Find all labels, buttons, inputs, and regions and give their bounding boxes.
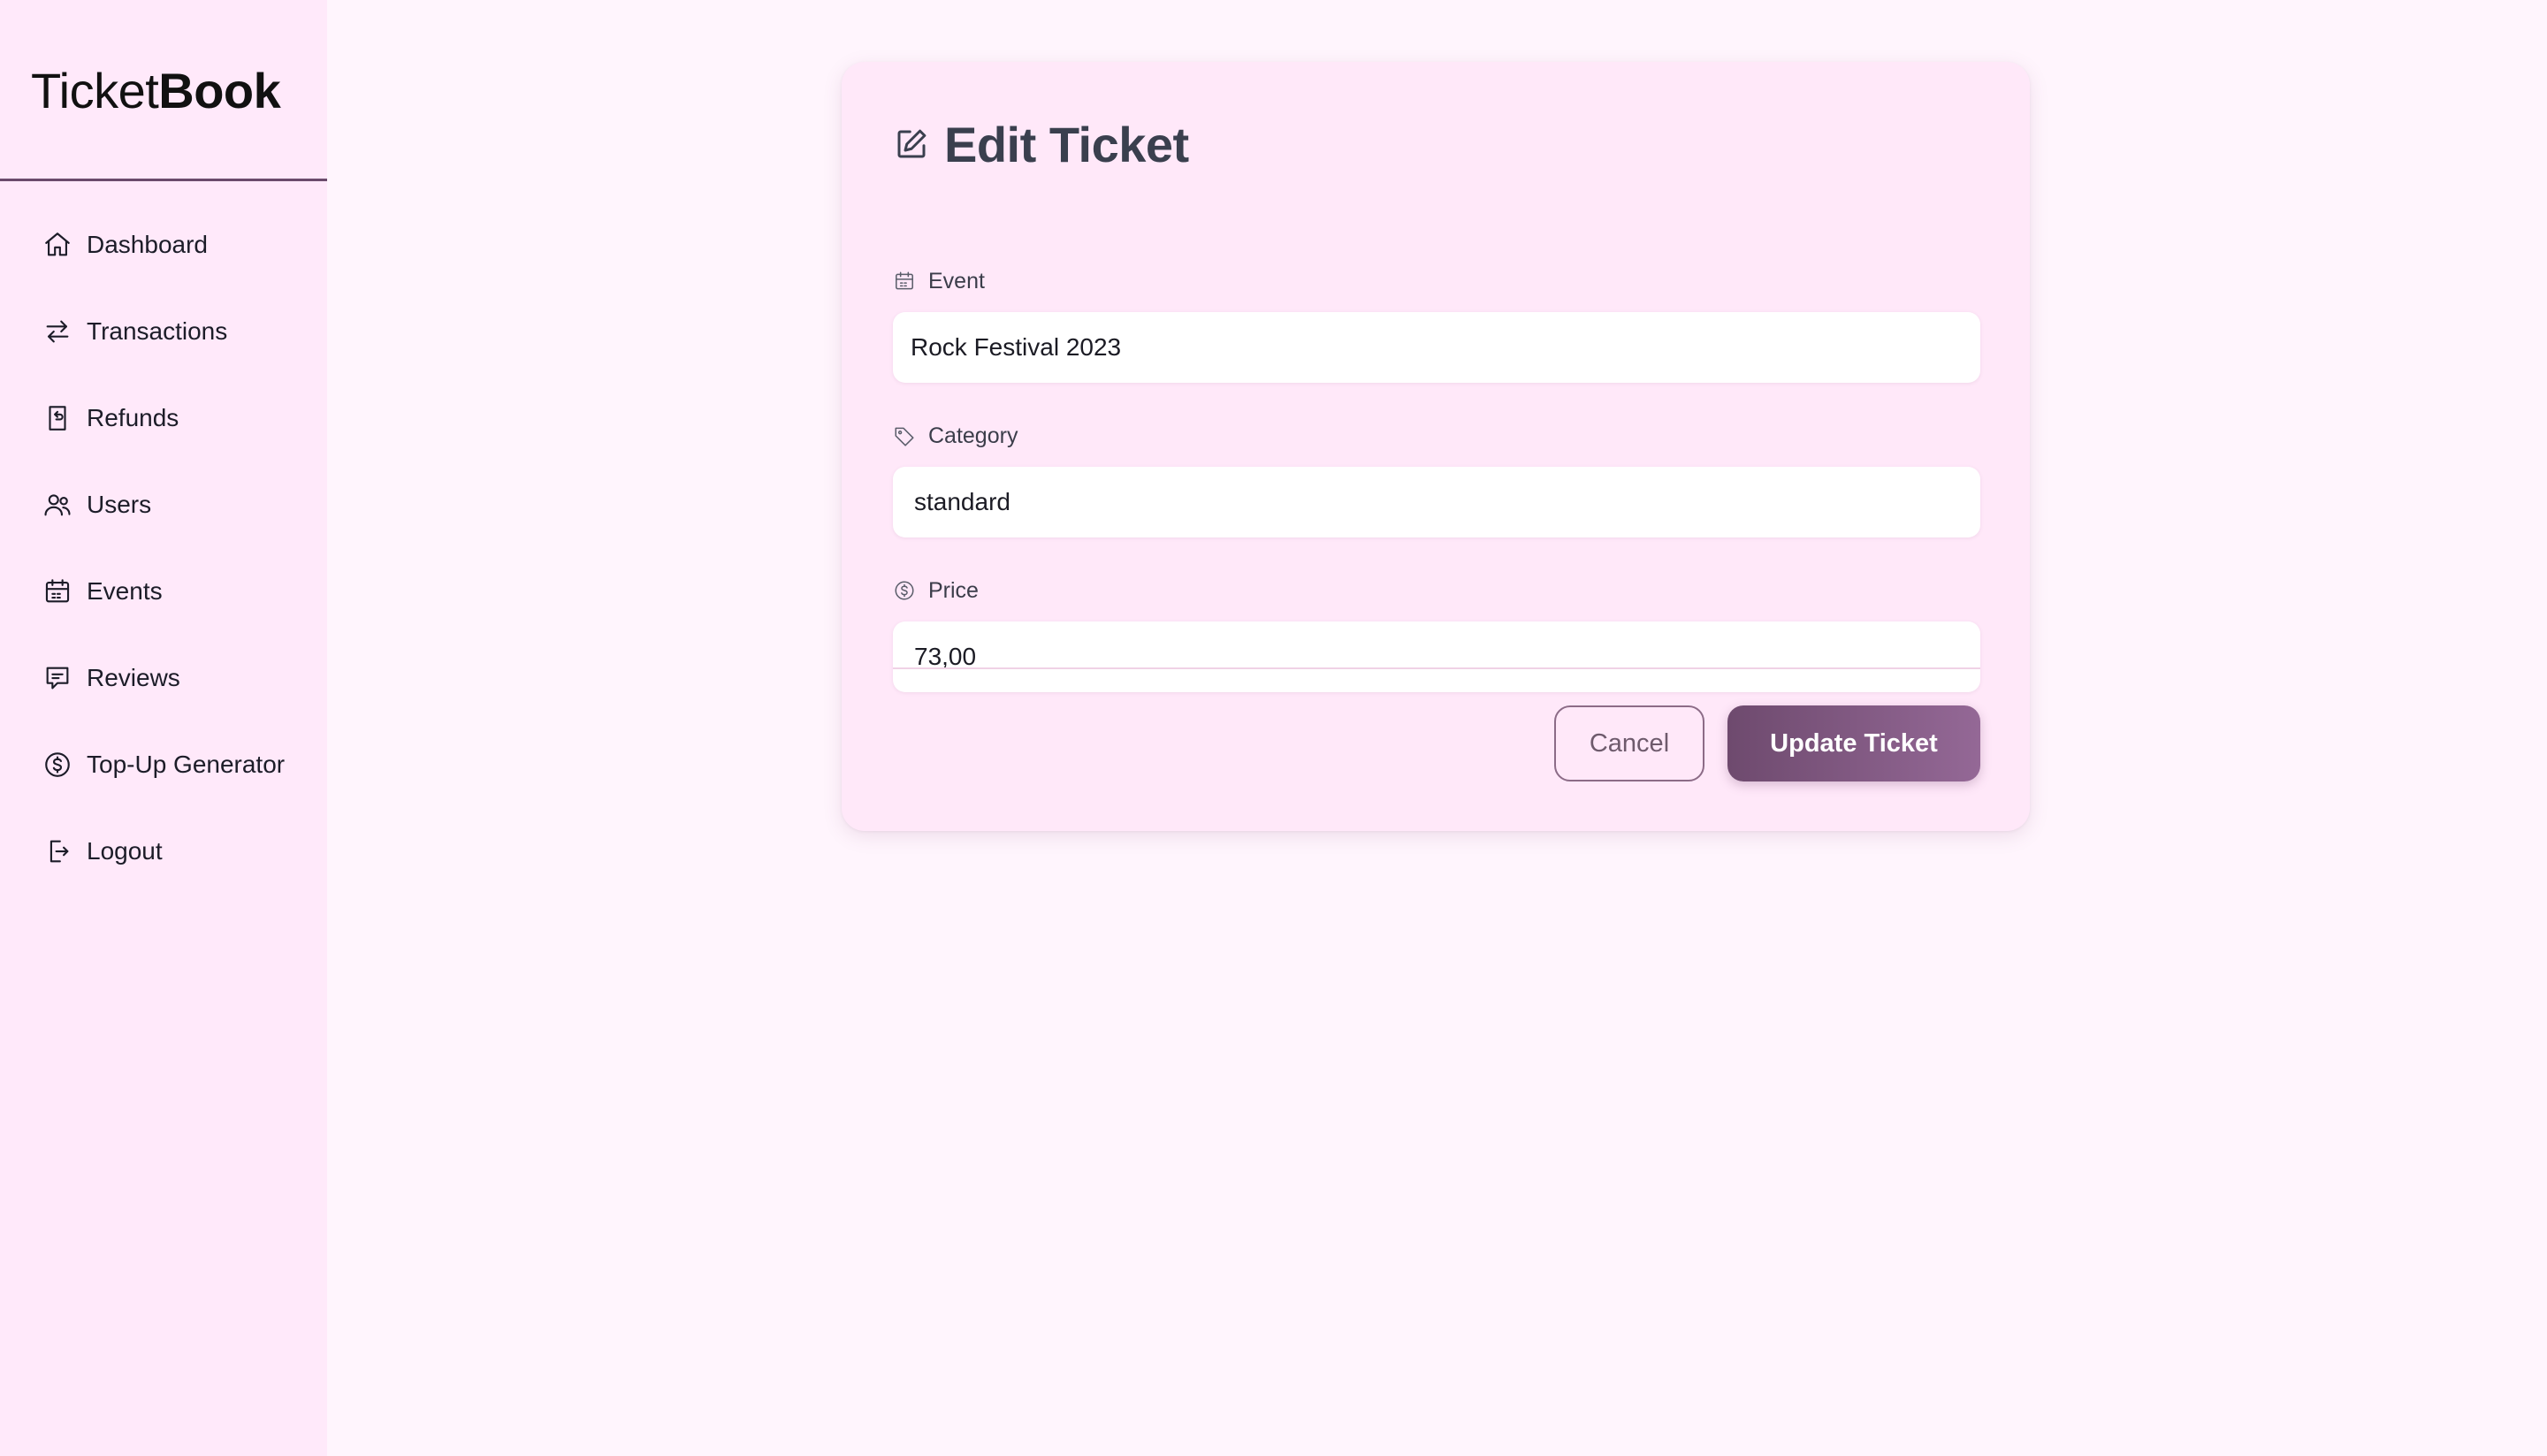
tag-icon [895, 427, 914, 446]
calendar-icon [896, 271, 913, 290]
sidebar-item-logout[interactable]: Logout [0, 819, 327, 884]
arrows-exchange-icon [46, 320, 69, 343]
sidebar-item-transactions[interactable]: Transactions [0, 299, 327, 364]
sidebar-item-label: Dashboard [87, 231, 208, 258]
sidebar-item-label: Events [87, 577, 163, 605]
sidebar-item-users[interactable]: Users [0, 472, 327, 537]
price-label: Price [893, 575, 979, 606]
price-field[interactable] [893, 621, 1980, 692]
logout-icon [50, 840, 69, 863]
sidebar-item-label: Top-Up Generator [87, 751, 286, 778]
event-field[interactable] [893, 312, 1980, 383]
dollar-circle-icon [895, 581, 914, 600]
sidebar-item-reviews[interactable]: Reviews [0, 645, 327, 711]
sidebar-item-dashboard[interactable]: Dashboard [0, 212, 327, 278]
sidebar-item-label: Users [87, 491, 152, 518]
brand-name-bold: Book [158, 63, 281, 118]
edit-ticket-card: Edit Ticket Event Category Price [842, 62, 2030, 831]
sidebar-item-label: Transactions [87, 317, 228, 345]
sidebar-item-label: Refunds [87, 404, 179, 431]
page-title-text: Edit Ticket [944, 116, 1189, 172]
cancel-button[interactable]: Cancel [1554, 705, 1704, 781]
dollar-circle-icon [45, 752, 70, 777]
brand-logo[interactable]: TicketBook [31, 60, 281, 122]
app-root: TicketBook Dashboard Transactions Refund… [0, 0, 2547, 1456]
price-label-text: Price [928, 577, 979, 603]
category-label: Category [893, 420, 1018, 452]
update-ticket-button[interactable]: Update Ticket [1727, 705, 1980, 781]
sidebar: TicketBook Dashboard Transactions Refund… [0, 0, 327, 1456]
sidebar-item-events[interactable]: Events [0, 559, 327, 624]
users-icon [44, 494, 71, 516]
message-icon [46, 667, 69, 690]
brand-name-light: Ticket [31, 63, 159, 118]
sidebar-item-refunds[interactable]: Refunds [0, 385, 327, 451]
edit-icon [897, 129, 927, 158]
home-icon [45, 233, 70, 256]
calendar-icon [45, 579, 70, 603]
category-label-text: Category [928, 423, 1018, 448]
sidebar-item-label: Reviews [87, 664, 180, 691]
card-divider [893, 667, 1980, 669]
sidebar-item-label: Logout [87, 837, 163, 865]
page-title: Edit Ticket [893, 113, 1189, 175]
sidebar-divider [0, 179, 327, 181]
category-field[interactable] [893, 467, 1980, 537]
sidebar-item-top-up-generator[interactable]: Top-Up Generator [0, 732, 327, 797]
event-label-text: Event [928, 268, 985, 293]
event-label: Event [893, 265, 985, 297]
receipt-refund-icon [49, 406, 66, 431]
